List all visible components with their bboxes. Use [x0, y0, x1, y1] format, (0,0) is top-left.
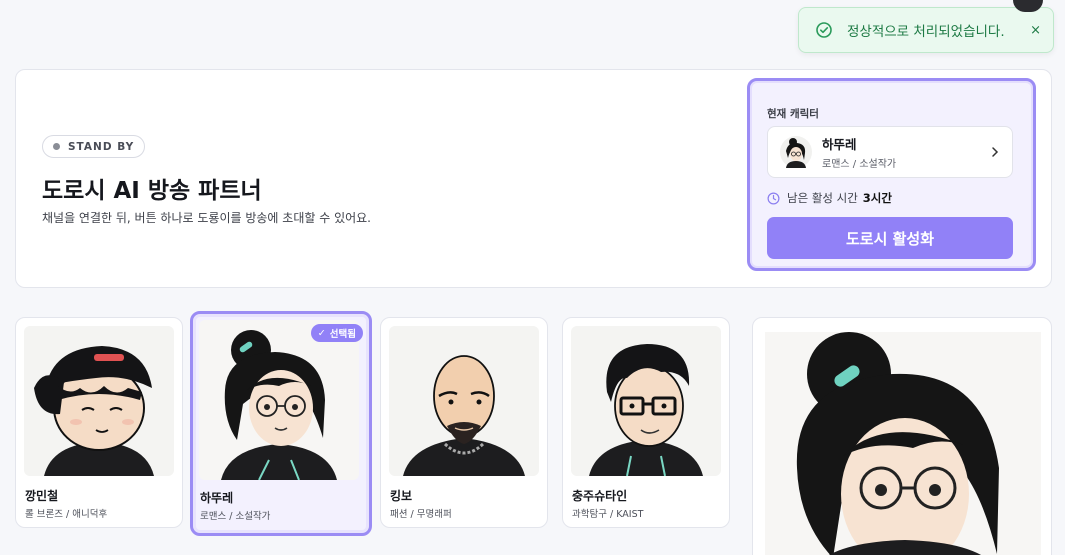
- character-card-hattore[interactable]: ✓ 선택됨 하뚜레 로맨스 / 소설작가: [190, 311, 372, 536]
- current-character-selector[interactable]: 하뚜레 로맨스 / 소설작가: [767, 126, 1013, 178]
- clock-icon: [767, 192, 780, 204]
- activate-button[interactable]: 도로시 활성화: [767, 217, 1013, 259]
- character-name: 킹보: [390, 489, 413, 503]
- boy-cap-illustration: [34, 346, 154, 476]
- character-tags: 과학탐구 / KAIST: [572, 509, 644, 520]
- remaining-time: 남은 활성 시간 3시간: [767, 190, 892, 206]
- preview-portrait-illustration: [765, 332, 1041, 555]
- chevron-right-icon: [992, 147, 999, 157]
- character-thumbnail: [780, 136, 812, 168]
- bald-rapper-illustration: [403, 355, 525, 476]
- character-portrait: [199, 320, 359, 480]
- character-portrait: [389, 326, 539, 476]
- remaining-time-label: 남은 활성 시간: [787, 191, 858, 205]
- status-badge: STAND BY: [42, 135, 146, 158]
- character-name: 충주슈타인: [572, 489, 628, 503]
- status-dot-icon: [53, 143, 60, 150]
- character-portrait: [571, 326, 721, 476]
- character-portrait: [24, 326, 174, 476]
- status-badge-label: STAND BY: [68, 140, 135, 153]
- character-preview: [752, 317, 1052, 555]
- current-character-name: 하뚜레: [822, 137, 857, 152]
- page-title: 도로시 AI 방송 파트너: [42, 178, 262, 204]
- page-description: 채널을 연결한 뒤, 버튼 하나로 도룡이를 방송에 초대할 수 있어요.: [42, 211, 372, 225]
- girl-glasses-illustration: [221, 330, 337, 480]
- current-character-label: 현재 캐릭터: [767, 108, 819, 120]
- toast-close-icon[interactable]: ×: [1030, 23, 1041, 38]
- toast-message: 정상적으로 처리되었습니다.: [847, 24, 1005, 40]
- remaining-time-value: 3시간: [862, 191, 892, 205]
- character-card-chungjustein[interactable]: 충주슈타인 과학탐구 / KAIST: [562, 317, 730, 528]
- character-tags: 로맨스 / 소설작가: [200, 511, 271, 522]
- character-card-kkangmincheol[interactable]: 깡민철 롤 브론즈 / 애니덕후: [15, 317, 183, 528]
- success-toast: 정상적으로 처리되었습니다. ×: [798, 7, 1054, 53]
- character-name: 깡민철: [25, 489, 59, 503]
- check-icon: ✓: [317, 327, 326, 339]
- check-circle-icon: [816, 22, 832, 38]
- current-character-tags: 로맨스 / 소설작가: [822, 159, 897, 170]
- current-character-panel: 현재 캐릭터 하뚜레 로맨스 / 소설작가 남은 활성 시간 3시간 도로시 활…: [747, 78, 1036, 271]
- character-name: 하뚜레: [200, 491, 234, 505]
- selected-badge: ✓ 선택됨: [310, 324, 363, 342]
- character-tags: 롤 브론즈 / 애니덕후: [25, 509, 108, 520]
- character-card-kingbo[interactable]: 킹보 패션 / 무명래퍼: [380, 317, 548, 528]
- character-tags: 패션 / 무명래퍼: [390, 509, 452, 520]
- scientist-illustration: [589, 344, 703, 476]
- selected-badge-label: 선택됨: [329, 329, 356, 340]
